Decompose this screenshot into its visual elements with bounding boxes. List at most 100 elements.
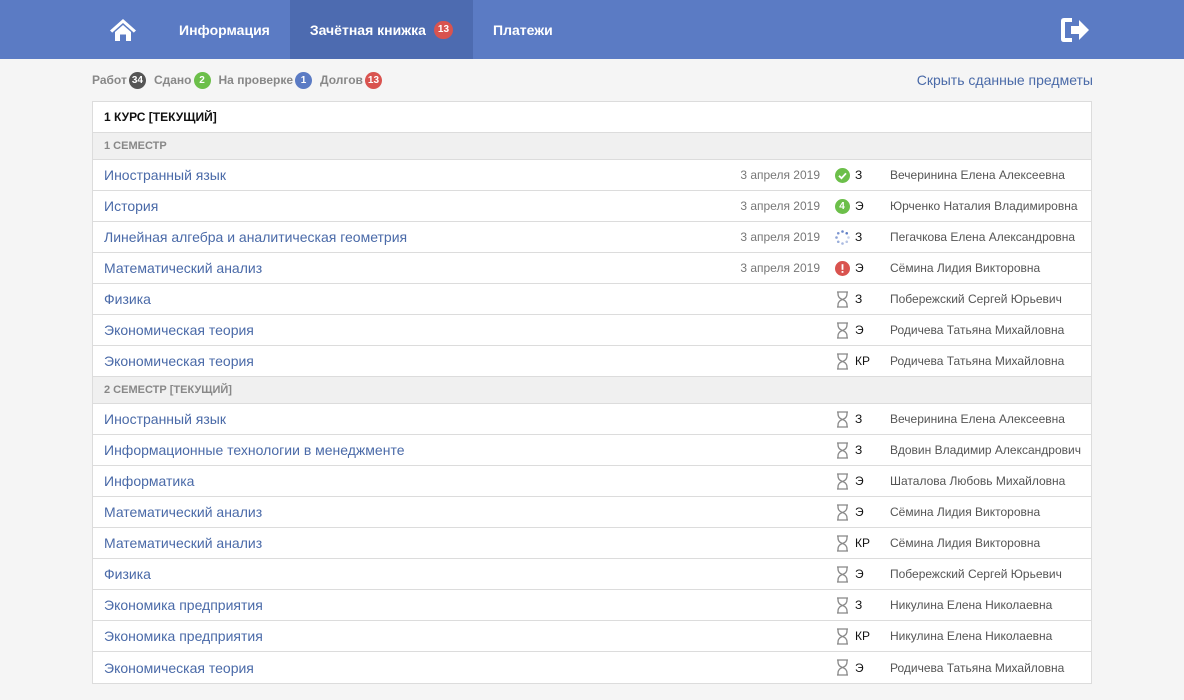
- course-title: 1 КУРС [ТЕКУЩИЙ]: [93, 102, 1091, 133]
- stat-debts-count: 13: [364, 71, 383, 89]
- top-navbar: Информация Зачётная книжка 13 Платежи: [0, 0, 1184, 59]
- subject-link[interactable]: Иностранный язык: [104, 411, 226, 427]
- logout-icon: [1061, 18, 1089, 42]
- hourglass-icon: [834, 441, 850, 459]
- subject-link[interactable]: Математический анализ: [104, 535, 262, 551]
- tab-gradebook[interactable]: Зачётная книжка 13: [289, 0, 474, 59]
- teacher-name: Побережский Сергей Юрьевич: [890, 292, 1062, 306]
- grade-circle-icon: 4: [834, 198, 850, 214]
- stat-works-count: 34: [128, 71, 146, 89]
- hourglass-icon: [834, 627, 850, 645]
- stat-passed: Сдано 2: [153, 71, 211, 89]
- subject-link[interactable]: История: [104, 198, 158, 214]
- hourglass-icon: [834, 503, 850, 521]
- spinner-icon: [834, 229, 850, 245]
- stat-passed-count: 2: [193, 71, 211, 89]
- subject-link[interactable]: Физика: [104, 566, 151, 582]
- stat-review-count: 1: [295, 71, 312, 89]
- gradebook-count-badge: 13: [433, 20, 454, 39]
- subject-link[interactable]: Математический анализ: [104, 504, 262, 520]
- hourglass-icon: [834, 659, 850, 676]
- tab-gradebook-label: Зачётная книжка: [309, 21, 426, 38]
- table-row: Информационные технологии в менеджменте З…: [93, 435, 1091, 466]
- teacher-name: Пегачкова Елена Александровна: [890, 230, 1076, 244]
- tab-information-label: Информация: [179, 21, 270, 38]
- subject-link[interactable]: Математический анализ: [104, 260, 262, 276]
- table-row: Экономическая теория Э Родичева Татьяна Ми…: [93, 652, 1091, 683]
- subject-link[interactable]: Экономическая теория: [104, 322, 254, 338]
- check-circle-icon: [834, 167, 850, 183]
- hourglass-icon: [834, 472, 850, 490]
- table-row: Информатика Э Шаталова Любовь Михайловна: [93, 466, 1091, 497]
- subject-link[interactable]: Иностранный язык: [104, 167, 226, 183]
- hide-passed-link[interactable]: Скрыть сданные предметы: [917, 72, 1093, 88]
- table-row: Экономическая теория КР Родичева Татьяна М…: [93, 346, 1091, 377]
- subject-link[interactable]: Экономическая теория: [104, 353, 254, 369]
- control-type: КР: [855, 536, 870, 550]
- table-row: Экономическая теория Э Родичева Татьяна Ми…: [93, 315, 1091, 346]
- teacher-name: Родичева Татьяна Михайловна: [890, 323, 1065, 337]
- table-row: Математический анализ Э Сёмина Лидия Викто…: [93, 497, 1091, 528]
- teacher-name: Вечеринина Елена Алексеевна: [890, 168, 1065, 182]
- stat-review: На проверке 1: [218, 71, 312, 89]
- control-type: КР: [855, 629, 870, 643]
- control-type: Э: [855, 567, 864, 581]
- table-row: Математический анализ 3 апреля 2019 Э Сёмин…: [93, 253, 1091, 284]
- exam-date: 3 апреля 2019: [740, 261, 820, 275]
- home-icon: [110, 18, 136, 41]
- control-type: Э: [855, 199, 864, 213]
- table-row: Линейная алгебра и аналитическая геометр…: [93, 222, 1091, 253]
- stat-passed-label: Сдано: [153, 73, 192, 87]
- control-type: КР: [855, 354, 870, 368]
- control-type: Э: [855, 660, 864, 675]
- teacher-name: Вечеринина Елена Алексеевна: [890, 412, 1065, 426]
- hourglass-icon: [834, 565, 850, 583]
- subject-link[interactable]: Экономика предприятия: [104, 597, 263, 613]
- teacher-name: Сёмина Лидия Викторовна: [890, 536, 1041, 550]
- control-type: З: [855, 443, 863, 457]
- control-type: Э: [855, 474, 864, 488]
- control-type: Э: [855, 505, 864, 519]
- semesters-list: 1 СЕМЕСТР Иностранный язык 3 апреля 2019 З В…: [93, 133, 1091, 683]
- subject-link[interactable]: Экономика предприятия: [104, 628, 263, 644]
- table-row: Математический анализ КР Сёмина Лидия Викт…: [93, 528, 1091, 559]
- home-button[interactable]: [87, 0, 159, 59]
- table-row: Физика З Побережский Сергей Юрьевич: [93, 284, 1091, 315]
- control-type: З: [855, 168, 863, 182]
- tab-information[interactable]: Информация: [159, 0, 290, 59]
- teacher-name: Шаталова Любовь Михайловна: [890, 474, 1066, 488]
- stats-bar: Работ 34 Сдано 2 На проверке 1 Долгов 13: [92, 71, 390, 89]
- table-row: История 3 апреля 2019 4 Э Юрченко Наталия Вл…: [93, 191, 1091, 222]
- hourglass-icon: [834, 352, 850, 370]
- subject-link[interactable]: Информатика: [104, 473, 194, 489]
- control-type: З: [855, 230, 863, 244]
- teacher-name: Вдовин Владимир Александрович: [890, 443, 1081, 457]
- subject-link[interactable]: Линейная алгебра и аналитическая геометр…: [104, 229, 407, 245]
- stat-review-label: На проверке: [218, 73, 293, 87]
- exclamation-circle-icon: [834, 260, 850, 276]
- semester-title: 1 СЕМЕСТР: [93, 133, 1091, 160]
- stat-works-label: Работ: [92, 73, 127, 87]
- logout-button[interactable]: [1060, 16, 1090, 44]
- gradebook-panel: 1 КУРС [ТЕКУЩИЙ] 1 СЕМЕСТР Иностранный яз…: [92, 101, 1092, 684]
- teacher-name: Родичева Татьяна Михайловна: [890, 354, 1065, 368]
- hourglass-icon: [834, 321, 850, 339]
- grade-value: 4: [834, 198, 850, 214]
- semester-title: 2 СЕМЕСТР [ТЕКУЩИЙ]: [93, 377, 1091, 404]
- exam-date: 3 апреля 2019: [740, 199, 820, 213]
- teacher-name: Сёмина Лидия Викторовна: [890, 505, 1041, 519]
- subject-link[interactable]: Информационные технологии в менеджменте: [104, 442, 404, 458]
- control-type: Э: [855, 323, 864, 337]
- table-row: Иностранный язык 3 апреля 2019 З Вечеринина…: [93, 160, 1091, 191]
- subject-link[interactable]: Экономическая теория: [104, 660, 254, 676]
- exam-date: 3 апреля 2019: [740, 168, 820, 182]
- table-row: Экономика предприятия КР Никулина Елена Ни…: [93, 621, 1091, 652]
- tab-payments-label: Платежи: [493, 21, 553, 38]
- teacher-name: Родичева Татьяна Михайловна: [890, 660, 1065, 675]
- tab-payments[interactable]: Платежи: [473, 0, 573, 59]
- subject-link[interactable]: Физика: [104, 291, 151, 307]
- table-row: Иностранный язык З Вечеринина Елена Алексе…: [93, 404, 1091, 435]
- exam-date: 3 апреля 2019: [740, 230, 820, 244]
- teacher-name: Юрченко Наталия Владимировна: [890, 199, 1078, 213]
- hourglass-icon: [834, 290, 850, 308]
